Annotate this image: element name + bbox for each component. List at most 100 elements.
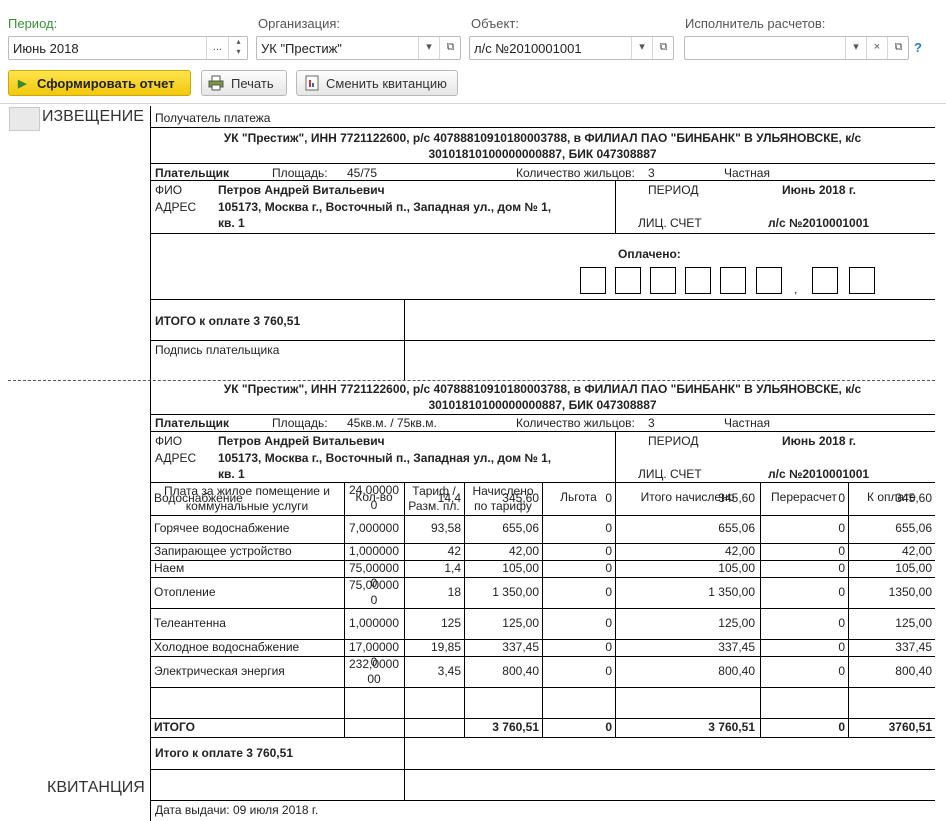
rule	[150, 299, 935, 300]
table-row-service: Горячее водоснабжение	[154, 521, 290, 535]
table-row-qty: 0	[370, 498, 378, 512]
account-label: ЛИЦ. СЧЕТ	[638, 216, 702, 230]
help-icon[interactable]: ?	[914, 40, 922, 55]
receipt-fio-label: ФИО	[155, 434, 183, 448]
table-row-qty: 1,000000	[348, 616, 400, 630]
paid-digit-box	[756, 267, 782, 294]
object-field[interactable]: л/с №2010001001 ▾ ⧉	[469, 36, 674, 60]
table-row-total: 105,00	[718, 561, 755, 575]
table-row-qty: 0	[370, 593, 378, 607]
paid-label: Оплачено:	[618, 247, 681, 261]
notice-total: ИТОГО к оплате 3 760,51	[155, 314, 301, 328]
table-row-total: 1 350,00	[708, 585, 755, 599]
table-row-topay: 105,00	[895, 561, 932, 575]
period-text: Июнь 2018 г.	[782, 183, 856, 197]
payer-label: Плательщик	[155, 166, 229, 180]
row-rule	[150, 687, 935, 688]
table-row-total: 800,40	[718, 664, 755, 678]
receipt-account-label: ЛИЦ. СЧЕТ	[638, 467, 702, 481]
receipt-address-line2: кв. 1	[218, 467, 245, 481]
rule	[150, 340, 935, 341]
residents-label: Количество жильцов:	[516, 166, 635, 180]
notice-title: ИЗВЕЩЕНИЕ	[42, 108, 144, 125]
rule	[150, 800, 935, 801]
rule	[404, 737, 405, 800]
table-row-topay: 345,60	[895, 491, 932, 505]
rule	[615, 180, 616, 233]
address-label: АДРЕС	[155, 200, 197, 214]
receipt-address-label: АДРЕС	[155, 451, 197, 465]
table-row-topay: 125,00	[895, 616, 932, 630]
print-button[interactable]: Печать	[201, 70, 287, 96]
receipt-title: КВИТАНЦИЯ	[47, 779, 145, 796]
org-field[interactable]: УК "Престиж" ▾ ⧉	[256, 36, 461, 60]
table-row-tariff: 14,4	[437, 491, 461, 505]
table-row-charged: 337,45	[502, 640, 539, 654]
table-row-tariff: 1,4	[444, 561, 461, 575]
recipient-line2: 30101810100000000887, БИК 047308887	[428, 147, 657, 161]
receipt-recipient-line2: 30101810100000000887, БИК 047308887	[428, 398, 657, 412]
paid-digit-box	[720, 267, 746, 294]
table-row-qty: 75,00000	[348, 561, 400, 575]
paid-digit-box	[615, 267, 641, 294]
table-row-tariff: 19,85	[430, 640, 461, 654]
executor-label: Исполнитель расчетов:	[685, 16, 826, 31]
fio-label: ФИО	[155, 183, 183, 197]
table-row-topay: 655,06	[895, 521, 932, 535]
table-row-charged: 125,00	[502, 616, 539, 630]
change-receipt-button[interactable]: Сменить квитанцию	[296, 70, 458, 96]
receipt-divider	[150, 381, 151, 821]
object-open-icon[interactable]: ⧉	[652, 37, 674, 59]
org-label: Организация:	[258, 16, 341, 31]
org-open-icon[interactable]: ⧉	[439, 37, 461, 59]
table-row-qty: 232,0000	[348, 657, 400, 671]
rule	[615, 431, 616, 482]
table-row-service: Электрическая энергия	[154, 664, 285, 678]
table-row-service: Наем	[154, 561, 185, 575]
object-dropdown-icon[interactable]: ▾	[631, 37, 652, 59]
table-row-benefit: 0	[605, 640, 612, 654]
period-stepper[interactable]: ▴ ▾	[228, 37, 248, 59]
table-row-recalc: 0	[838, 616, 845, 630]
receipt-account-value: л/с №2010001001	[768, 467, 870, 481]
table-row-charged: 1 350,00	[492, 585, 539, 599]
rule	[150, 414, 935, 415]
table-total-topay: 3760,51	[888, 720, 932, 734]
table-row-total: 655,06	[718, 521, 755, 535]
residents-value: 3	[648, 166, 655, 180]
table-row-benefit: 0	[605, 664, 612, 678]
table-row-qty: 75,00000	[348, 578, 400, 592]
period-select-button[interactable]: ...	[206, 37, 228, 59]
table-row-qty: 17,00000	[348, 640, 400, 654]
table-row-charged: 105,00	[502, 561, 539, 575]
table-row-recalc: 0	[838, 491, 845, 505]
row-rule	[150, 737, 935, 738]
org-dropdown-icon[interactable]: ▾	[418, 37, 439, 59]
executor-open-icon[interactable]: ⧉	[887, 37, 909, 59]
generate-report-button[interactable]: ▶ Сформировать отчет	[8, 70, 191, 96]
receipt-ownership: Частная	[724, 416, 770, 430]
receipt-recipient-line1: УК "Престиж", ИНН 7721122600, р/с 407888…	[223, 382, 862, 396]
table-total-charged: 3 760,51	[492, 720, 539, 734]
rule	[150, 769, 935, 770]
executor-field[interactable]: ▾ × ⧉	[684, 36, 909, 60]
executor-dropdown-icon[interactable]: ▾	[845, 37, 866, 59]
receipt-period-title: ПЕРИОД	[648, 434, 699, 448]
table-row-service: Запирающее устройство	[154, 544, 292, 558]
row-rule	[150, 608, 935, 609]
period-field[interactable]: Июнь 2018 ... ▴ ▾	[8, 36, 248, 60]
executor-clear-icon[interactable]: ×	[866, 37, 887, 59]
table-row-benefit: 0	[605, 616, 612, 630]
receipt-address-line1: 105173, Москва г., Восточный п., Западна…	[218, 451, 552, 465]
report-top-border	[0, 103, 946, 104]
table-row-qty: 00	[367, 672, 381, 686]
play-icon: ▶	[18, 78, 27, 90]
table-row-total: 125,00	[718, 616, 755, 630]
table-row-tariff: 42	[447, 544, 461, 558]
address-line2: кв. 1	[218, 216, 245, 230]
paid-digit-box	[580, 267, 606, 294]
table-row-recalc: 0	[838, 544, 845, 558]
table-row-topay: 42,00	[901, 544, 932, 558]
table-row-benefit: 0	[605, 521, 612, 535]
table-row-recalc: 0	[838, 640, 845, 654]
